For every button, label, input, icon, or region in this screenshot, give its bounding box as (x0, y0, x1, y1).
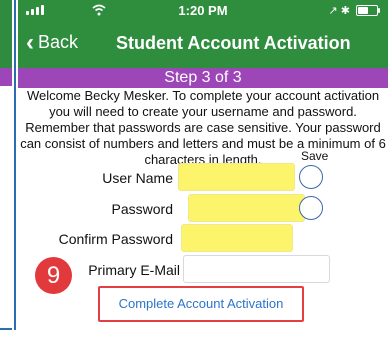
background-card-edge (0, 0, 16, 330)
confirm-password-field[interactable] (181, 224, 293, 252)
username-field[interactable] (178, 163, 295, 191)
save-password-toggle[interactable] (299, 196, 323, 220)
confirm-password-label: Confirm Password (58, 231, 173, 247)
password-label: Password (111, 201, 173, 217)
background-card-stripe (0, 68, 12, 86)
email-field[interactable] (183, 255, 330, 283)
password-field[interactable] (188, 194, 305, 222)
email-label: Primary E-Mail (88, 262, 180, 278)
step-number-badge: 9 (35, 257, 72, 294)
background-card-header (0, 0, 12, 68)
save-username-toggle[interactable] (299, 165, 323, 189)
save-column-label: Save (301, 149, 329, 163)
complete-activation-label: Complete Account Activation (118, 296, 284, 311)
username-label: User Name (102, 170, 173, 186)
background-card-bottom (0, 328, 12, 330)
complete-activation-button[interactable]: Complete Account Activation (98, 286, 304, 322)
phone-screen: 1:20 PM ↗ ✱ ‹ Back Student Account Activ… (18, 0, 388, 339)
